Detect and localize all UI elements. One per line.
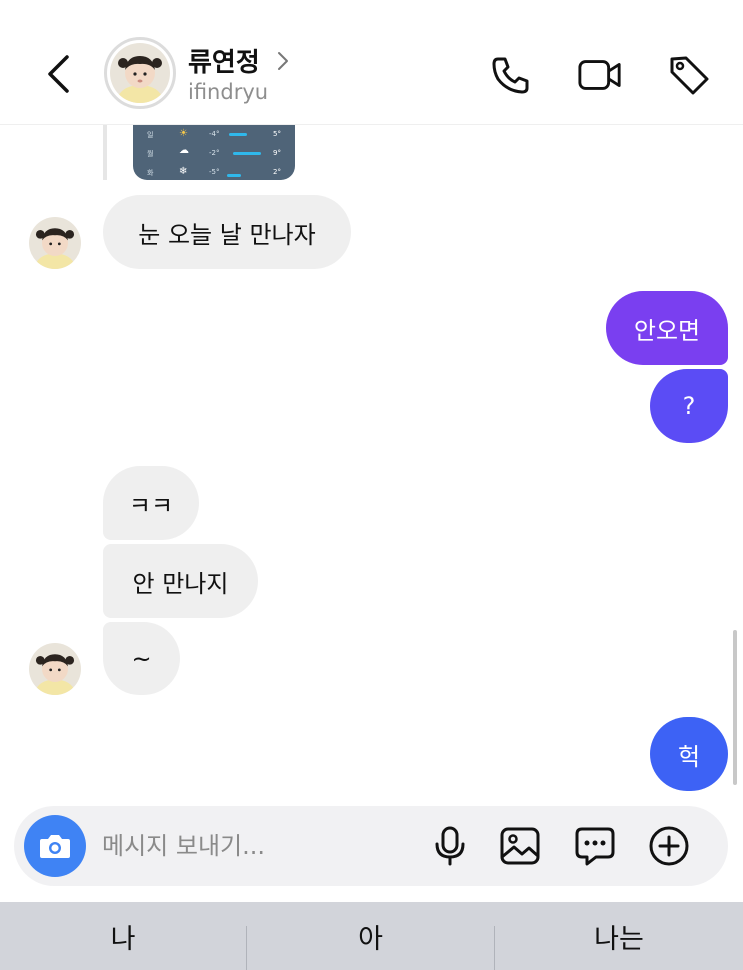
- sticker-chat-icon: [575, 827, 615, 866]
- message-bubble-outgoing[interactable]: 헉: [650, 717, 728, 791]
- profile-avatar[interactable]: [104, 37, 176, 109]
- video-icon: [578, 60, 621, 90]
- microphone-icon: [435, 826, 465, 866]
- tag-icon: [670, 56, 709, 95]
- shared-image-message[interactable]: 일 ☀ -4° 5° 월 ☁ -2° 9° 화 ❄ -5° 2°: [103, 125, 295, 180]
- contact-handle: ifindryu: [188, 80, 269, 104]
- back-button[interactable]: [40, 52, 76, 96]
- gallery-button[interactable]: [497, 823, 543, 869]
- suggestion-item[interactable]: 나는: [495, 902, 743, 970]
- back-chevron-icon: [48, 55, 69, 93]
- contact-name[interactable]: 류연정: [188, 42, 260, 79]
- plus-circle-icon: [649, 826, 689, 866]
- message-bubble-incoming[interactable]: 안 만나지: [103, 544, 258, 618]
- sender-avatar[interactable]: [29, 643, 81, 695]
- weather-screenshot: 일 ☀ -4° 5° 월 ☁ -2° 9° 화 ❄ -5° 2°: [133, 125, 295, 180]
- phone-icon: [492, 57, 529, 94]
- message-bubble-outgoing[interactable]: ?: [650, 369, 728, 443]
- baby-photo-icon: [29, 217, 81, 269]
- chat-header: 류연정 ifindryu: [0, 0, 743, 125]
- message-composer: [14, 806, 728, 886]
- sender-avatar[interactable]: [29, 217, 81, 269]
- more-options-button[interactable]: [646, 823, 692, 869]
- gallery-icon: [500, 827, 540, 865]
- weather-row: 일 ☀ -4° 5°: [147, 128, 281, 139]
- sticker-button[interactable]: [572, 823, 618, 869]
- chevron-right-icon[interactable]: [276, 50, 290, 72]
- keyboard-suggestion-bar: 나 아 나는: [0, 902, 743, 970]
- video-call-button[interactable]: [577, 52, 623, 98]
- camera-button[interactable]: [24, 815, 86, 877]
- camera-icon: [40, 835, 70, 858]
- scrollbar[interactable]: [733, 630, 737, 785]
- message-bubble-incoming[interactable]: ㅋㅋ: [103, 466, 199, 540]
- message-input[interactable]: [102, 826, 422, 866]
- voice-message-button[interactable]: [427, 823, 473, 869]
- baby-photo-icon: [29, 643, 81, 695]
- message-bubble-outgoing[interactable]: 안오면: [606, 291, 728, 365]
- reply-bar: [103, 125, 107, 180]
- message-bubble-incoming[interactable]: ~: [103, 622, 180, 695]
- baby-photo-icon: [110, 43, 170, 103]
- message-bubble-incoming[interactable]: 눈 오늘 날 만나자: [103, 195, 351, 269]
- suggestion-item[interactable]: 나: [0, 902, 246, 970]
- call-button[interactable]: [488, 52, 534, 98]
- weather-row: 화 ❄ -5° 2°: [147, 166, 281, 177]
- tag-button[interactable]: [666, 52, 712, 98]
- weather-row: 월 ☁ -2° 9°: [147, 145, 281, 158]
- suggestion-item[interactable]: 아: [247, 902, 494, 970]
